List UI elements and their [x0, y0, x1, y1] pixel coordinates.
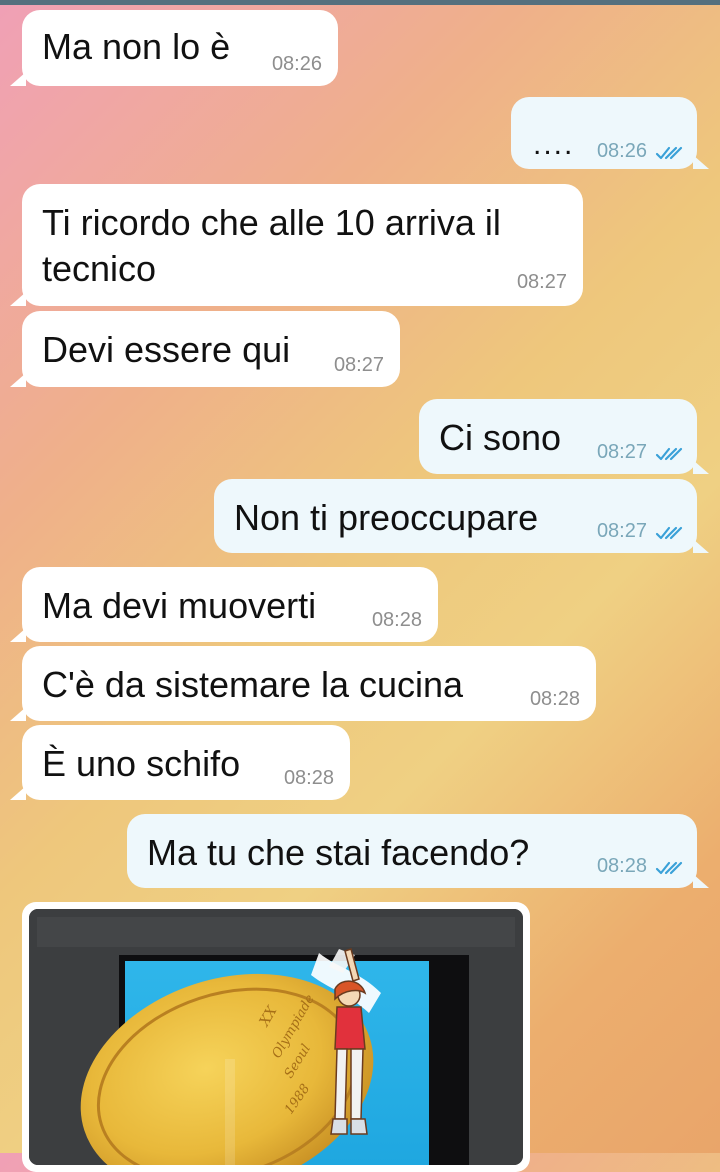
- bubble-tail: [693, 155, 709, 169]
- message-bubble-outgoing[interactable]: Ci sono 08:27: [419, 399, 709, 474]
- message-time: 08:26: [271, 53, 322, 75]
- message-text: Devi essere qui: [42, 329, 291, 370]
- tv-screen-photo: XX Olympiade Seoul 1988: [29, 909, 523, 1165]
- message-text: C'è da sistemare la cucina: [42, 664, 464, 705]
- photo-image[interactable]: XX Olympiade Seoul 1988: [29, 909, 523, 1165]
- message-time: 08:27: [333, 354, 384, 376]
- bubble-tail: [693, 539, 709, 553]
- photo-message[interactable]: XX Olympiade Seoul 1988: [22, 902, 530, 1172]
- message-bubble-incoming[interactable]: Devi essere qui 08:27: [10, 311, 400, 387]
- message-text: Non ti preoccupare: [234, 497, 539, 538]
- double-check-icon: [655, 861, 683, 875]
- message-time: 08:27: [516, 271, 567, 293]
- bubble-tail: [10, 72, 26, 86]
- message-time: 08:27: [596, 441, 647, 463]
- message-time: 08:27: [596, 520, 647, 542]
- message-bubble-outgoing[interactable]: Ma tu che stai facendo? 08:28: [127, 814, 709, 888]
- message-time: 08:28: [529, 688, 580, 710]
- message-time: 08:26: [596, 140, 647, 162]
- chat-conversation[interactable]: Ma non lo è 08:26 .... 08:26 Ti ricordo …: [0, 0, 720, 1172]
- message-text: Ti ricordo che alle 10 arriva il tecnico: [42, 202, 511, 289]
- bubble-tail: [693, 460, 709, 474]
- message-bubble-incoming[interactable]: È uno schifo 08:28: [10, 725, 350, 800]
- message-time: 08:28: [371, 609, 422, 631]
- message-bubble-incoming[interactable]: Ti ricordo che alle 10 arriva il tecnico…: [10, 184, 583, 306]
- message-bubble-outgoing[interactable]: .... 08:26: [511, 97, 709, 169]
- message-bubble-incoming[interactable]: Ma devi muoverti 08:28: [10, 567, 438, 642]
- message-bubble-incoming[interactable]: C'è da sistemare la cucina 08:28: [10, 646, 596, 721]
- message-time: 08:28: [283, 767, 334, 789]
- message-text: Ma non lo è: [42, 26, 231, 67]
- double-check-icon: [655, 146, 683, 160]
- bubble-tail: [10, 292, 26, 306]
- bubble-tail: [693, 874, 709, 888]
- bubble-tail: [10, 786, 26, 800]
- message-text: Ma tu che stai facendo?: [147, 832, 530, 873]
- message-time: 08:28: [596, 855, 647, 877]
- message-text: Ci sono: [439, 417, 562, 458]
- message-bubble-outgoing[interactable]: Non ti preoccupare 08:27: [214, 479, 709, 553]
- double-check-icon: [655, 447, 683, 461]
- bubble-tail: [10, 628, 26, 642]
- message-text: Ma devi muoverti: [42, 585, 317, 626]
- message-text: È uno schifo: [42, 743, 241, 784]
- bubble-tail: [10, 707, 26, 721]
- double-check-icon: [655, 526, 683, 540]
- message-bubble-incoming[interactable]: Ma non lo è 08:26: [10, 10, 338, 86]
- bubble-tail: [10, 373, 26, 387]
- message-text: ....: [533, 128, 575, 161]
